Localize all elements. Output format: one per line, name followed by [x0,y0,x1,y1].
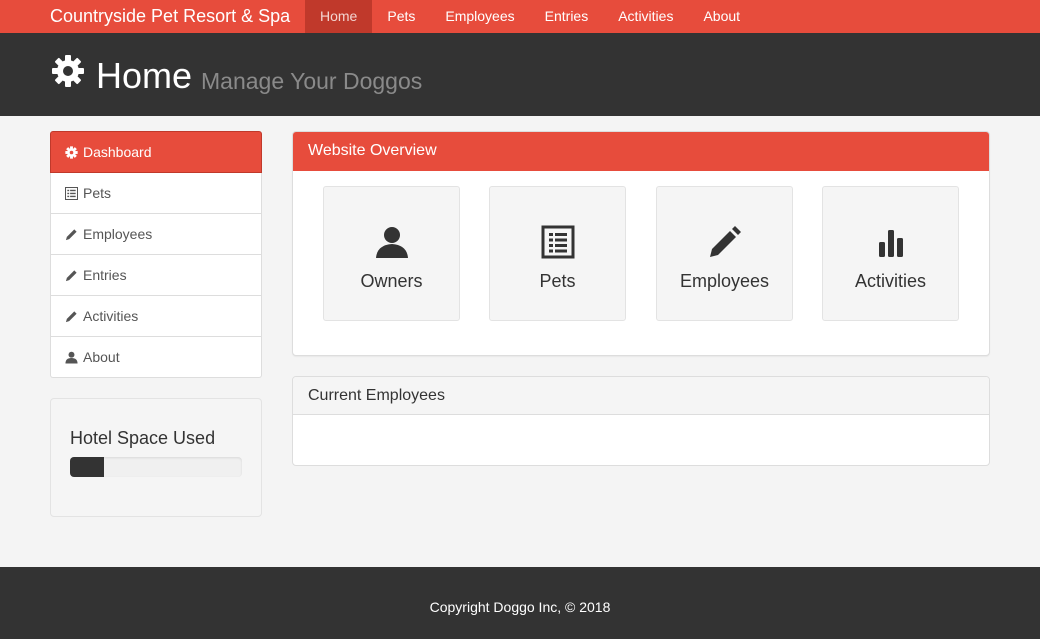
pencil-icon [65,228,77,240]
nav-item-entries[interactable]: Entries [530,0,604,33]
card-label: Employees [679,271,770,291]
main-nav: Home Pets Employees Entries Activities A… [305,0,755,33]
bar-chart-icon [878,230,903,257]
sidebar-item-activities[interactable]: Activities [50,296,262,337]
footer: Copyright Doggo Inc, © 2018 [0,567,1040,639]
card-label: Activities [854,271,926,291]
sidebar-item-label: Dashboard [83,144,152,160]
page-title: Home [96,55,193,96]
overview-card-pets[interactable]: Pets [489,186,626,321]
sidebar-item-label: Employees [83,226,153,242]
page-header: Home Manage Your Doggos [0,33,1040,116]
user-icon [375,227,408,258]
top-navbar: Countryside Pet Resort & Spa Home Pets E… [0,0,1040,33]
user-icon [65,351,78,364]
gear-icon [65,145,78,159]
nav-item-home[interactable]: Home [305,0,373,33]
list-icon [65,186,78,200]
pencil-icon [65,269,77,281]
sidebar-item-label: Entries [83,267,127,283]
sidebar: Dashboard Pets Employees Entries Activit… [50,131,262,378]
overview-card-owners[interactable]: Owners [323,186,460,321]
sidebar-item-label: Pets [83,185,112,201]
sidebar-item-about[interactable]: About [50,337,262,378]
sidebar-item-employees[interactable]: Employees [50,214,262,255]
card-label: Pets [539,271,576,291]
footer-copyright: Copyright Doggo Inc, © 2018 [429,599,611,615]
hotel-space-well: Hotel Space Used [50,398,262,517]
list-icon [541,225,574,259]
hotel-space-progress [70,457,242,477]
card-label: Owners [360,271,423,291]
sidebar-item-label: About [83,349,120,365]
page-subtitle: Manage Your Doggos [201,68,423,94]
gear-icon [52,55,84,87]
sidebar-item-entries[interactable]: Entries [50,255,262,296]
pencil-icon [65,310,77,322]
nav-item-employees[interactable]: Employees [430,0,529,33]
hotel-space-title: Hotel Space Used [70,428,216,448]
nav-item-activities[interactable]: Activities [603,0,688,33]
current-employees-panel: Current Employees [292,376,990,466]
progress-bar-fill [70,457,105,477]
pencil-icon [709,226,741,257]
sidebar-item-dashboard[interactable]: Dashboard [50,131,262,173]
panel-heading: Website Overview [293,132,989,171]
brand-title[interactable]: Countryside Pet Resort & Spa [50,0,290,33]
sidebar-item-pets[interactable]: Pets [50,173,262,214]
website-overview-panel: Website Overview Owners Pets Employees A… [292,131,990,356]
sidebar-item-label: Activities [83,308,139,324]
overview-card-employees[interactable]: Employees [656,186,793,321]
panel-heading: Current Employees [293,377,989,415]
overview-card-activities[interactable]: Activities [822,186,959,321]
nav-item-about[interactable]: About [688,0,755,33]
nav-item-pets[interactable]: Pets [372,0,430,33]
